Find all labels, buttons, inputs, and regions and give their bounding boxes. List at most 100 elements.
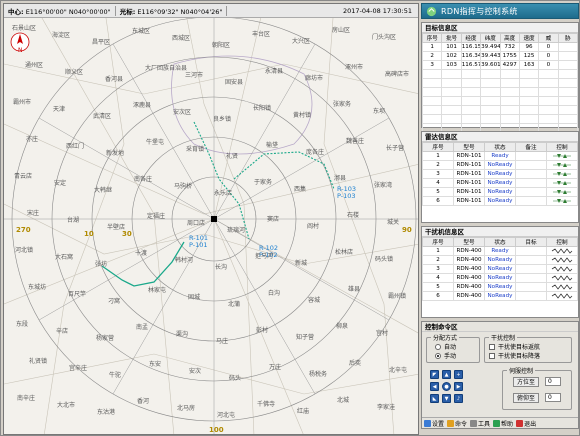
center-button[interactable]: ●	[442, 382, 451, 391]
table-row[interactable]: 5 RDN-101 NoReady	[422, 187, 578, 197]
place-label: 石景山区	[12, 24, 36, 32]
down-button[interactable]: ▼	[442, 394, 451, 403]
azimuth-button[interactable]: 方位至	[513, 377, 539, 387]
left-button[interactable]: ◀	[430, 382, 439, 391]
command-button[interactable]: 命令	[447, 419, 467, 428]
place-label: 涿鹿县	[133, 101, 151, 109]
place-label: 门头沟区	[372, 33, 396, 41]
place-labels: 石景山区海淀区昌平区 东城区西城区朝阳区 丰台区大兴区 房山区门头沟区通州区顺义区香河…	[12, 24, 409, 419]
table-cell: 3	[422, 264, 454, 274]
table-row[interactable]: 1 RDN-101 Ready	[422, 151, 578, 161]
track-label-r101[interactable]: R-101 P-101	[189, 234, 208, 249]
place-label: 柳泉	[336, 322, 348, 330]
place-label: 西集	[294, 185, 306, 193]
place-label: 码头	[229, 374, 241, 382]
table-cell	[515, 255, 547, 265]
zoom-in-button[interactable]: +	[454, 370, 463, 379]
place-label: 林家屯	[148, 286, 166, 294]
place-label: 北马房	[177, 404, 195, 412]
jammer-control-switch[interactable]	[546, 273, 578, 283]
table-cell	[515, 178, 547, 188]
speaker-icon[interactable]: ♪	[454, 394, 463, 403]
table-row[interactable]: 3103116.57239.601442971630	[421, 60, 579, 70]
pitch-input[interactable]: 0	[545, 393, 561, 402]
place-label: 城关	[387, 218, 399, 226]
radar-control-switch[interactable]	[546, 178, 578, 188]
place-label: 松林店	[335, 248, 353, 256]
help-button[interactable]: 帮助	[493, 419, 513, 428]
column-header: 批号	[441, 33, 462, 43]
place-label: 固城	[188, 294, 200, 301]
pitch-button[interactable]: 俯仰至	[513, 393, 539, 403]
jammer-control-switch[interactable]	[546, 255, 578, 265]
exit-button[interactable]: 退出	[516, 419, 536, 428]
radar-station-icon[interactable]	[211, 216, 217, 222]
table-row[interactable]: 4 RDN-400 NoReady	[422, 273, 578, 283]
table-row[interactable]: 5 RDN-400 NoReady	[422, 282, 578, 292]
jammer-control-switch[interactable]	[546, 291, 578, 301]
control-command-section: 控制命令区 分配方式 自动 手动 干扰控制 干扰使目标返航 干扰使目标降落 ◤ …	[421, 321, 579, 429]
place-label: 新发地	[106, 149, 124, 157]
table-cell: 103	[441, 60, 462, 70]
jam-return-checkbox[interactable]: 干扰使目标返航	[489, 342, 571, 351]
radar-control-switch[interactable]	[546, 160, 578, 170]
map-canvas[interactable]: N R-103 P-103 R-102 P-102 R-101 P-101 270 1…	[4, 4, 419, 435]
center-coord: E116°00'00" N040°00'00"	[25, 7, 111, 16]
table-cell	[515, 264, 547, 274]
table-cell: 2	[422, 255, 454, 265]
track-label-r103[interactable]: R-103 P-103	[337, 185, 356, 200]
place-label: 半壁店	[107, 223, 125, 231]
table-cell	[515, 291, 547, 301]
title-bar: RDN指挥与控制系统	[421, 3, 579, 19]
azimuth-input[interactable]: 0	[545, 377, 561, 386]
jammer-control-switch[interactable]	[546, 246, 578, 256]
table-row[interactable]: 6 RDN-400 NoReady	[422, 291, 578, 301]
column-header: 状态	[484, 237, 516, 247]
table-cell: RDN-101	[453, 196, 485, 206]
place-label: 周口店	[187, 219, 205, 227]
up-left-button[interactable]: ◤	[430, 370, 439, 379]
mode-auto-radio[interactable]: 自动	[435, 342, 479, 351]
coordinate-bar: 中心: E116°00'00" N040°00'00" 光标: E116°09'…	[4, 4, 418, 18]
table-cell: 96	[518, 42, 540, 52]
place-label: 辛店	[56, 327, 68, 335]
table-cell: NoReady	[484, 196, 516, 206]
table-row[interactable]: 2 RDN-101 NoReady	[422, 160, 578, 170]
place-label: 漷县	[334, 174, 346, 182]
place-label: 石楼	[347, 211, 359, 219]
table-row[interactable]: 4 RDN-101 NoReady	[422, 178, 578, 188]
table-row[interactable]: 1101116.155339.4947732960	[421, 42, 579, 52]
jammer-control-switch[interactable]	[546, 282, 578, 292]
place-label: 牛驼	[109, 371, 121, 379]
radar-control-switch[interactable]	[546, 196, 578, 206]
wave-control-icon	[551, 266, 573, 272]
table-row[interactable]: 2102116.349639.443217551250	[421, 51, 579, 61]
table-row[interactable]: 1 RDN-400 Ready	[422, 246, 578, 256]
table-row[interactable]: 2 RDN-400 NoReady	[422, 255, 578, 265]
right-button[interactable]: ▶	[454, 382, 463, 391]
toggle-control-icon	[553, 198, 571, 203]
jammer-info-section: 干扰机信息区 序号 型号 状态 目标 控制 1 RDN-400 Ready 2 RDN-400 N…	[421, 226, 579, 318]
table-row[interactable]: 6 RDN-101 NoReady	[422, 196, 578, 206]
down-left-button[interactable]: ◣	[430, 394, 439, 403]
table-row[interactable]: 3 RDN-101 NoReady	[422, 169, 578, 179]
jam-land-checkbox[interactable]: 干扰使目标降落	[489, 351, 571, 360]
jammer-control-switch[interactable]	[546, 264, 578, 274]
radar-control-switch[interactable]	[546, 151, 578, 161]
up-button[interactable]: ▲	[442, 370, 451, 379]
radar-control-switch[interactable]	[546, 169, 578, 179]
settings-button[interactable]: 设置	[424, 419, 444, 428]
radar-map[interactable]: N R-103 P-103 R-102 P-102 R-101 P-101 270 1…	[3, 3, 419, 435]
place-label: 韩村河	[175, 256, 193, 264]
table-cell: RDN-101	[453, 178, 485, 188]
radar-control-switch[interactable]	[546, 187, 578, 197]
place-label: 河北镇	[15, 246, 33, 254]
mode-manual-radio[interactable]: 手动	[435, 351, 479, 360]
tools-button[interactable]: 工具	[470, 419, 490, 428]
column-header: 型号	[453, 237, 485, 247]
place-label: 北辛屯	[389, 366, 407, 374]
place-label: 香河县	[105, 75, 123, 83]
column-header: 纬度	[480, 33, 501, 43]
table-cell: RDN-400	[453, 264, 485, 274]
table-row[interactable]: 3 RDN-400 NoReady	[422, 264, 578, 274]
